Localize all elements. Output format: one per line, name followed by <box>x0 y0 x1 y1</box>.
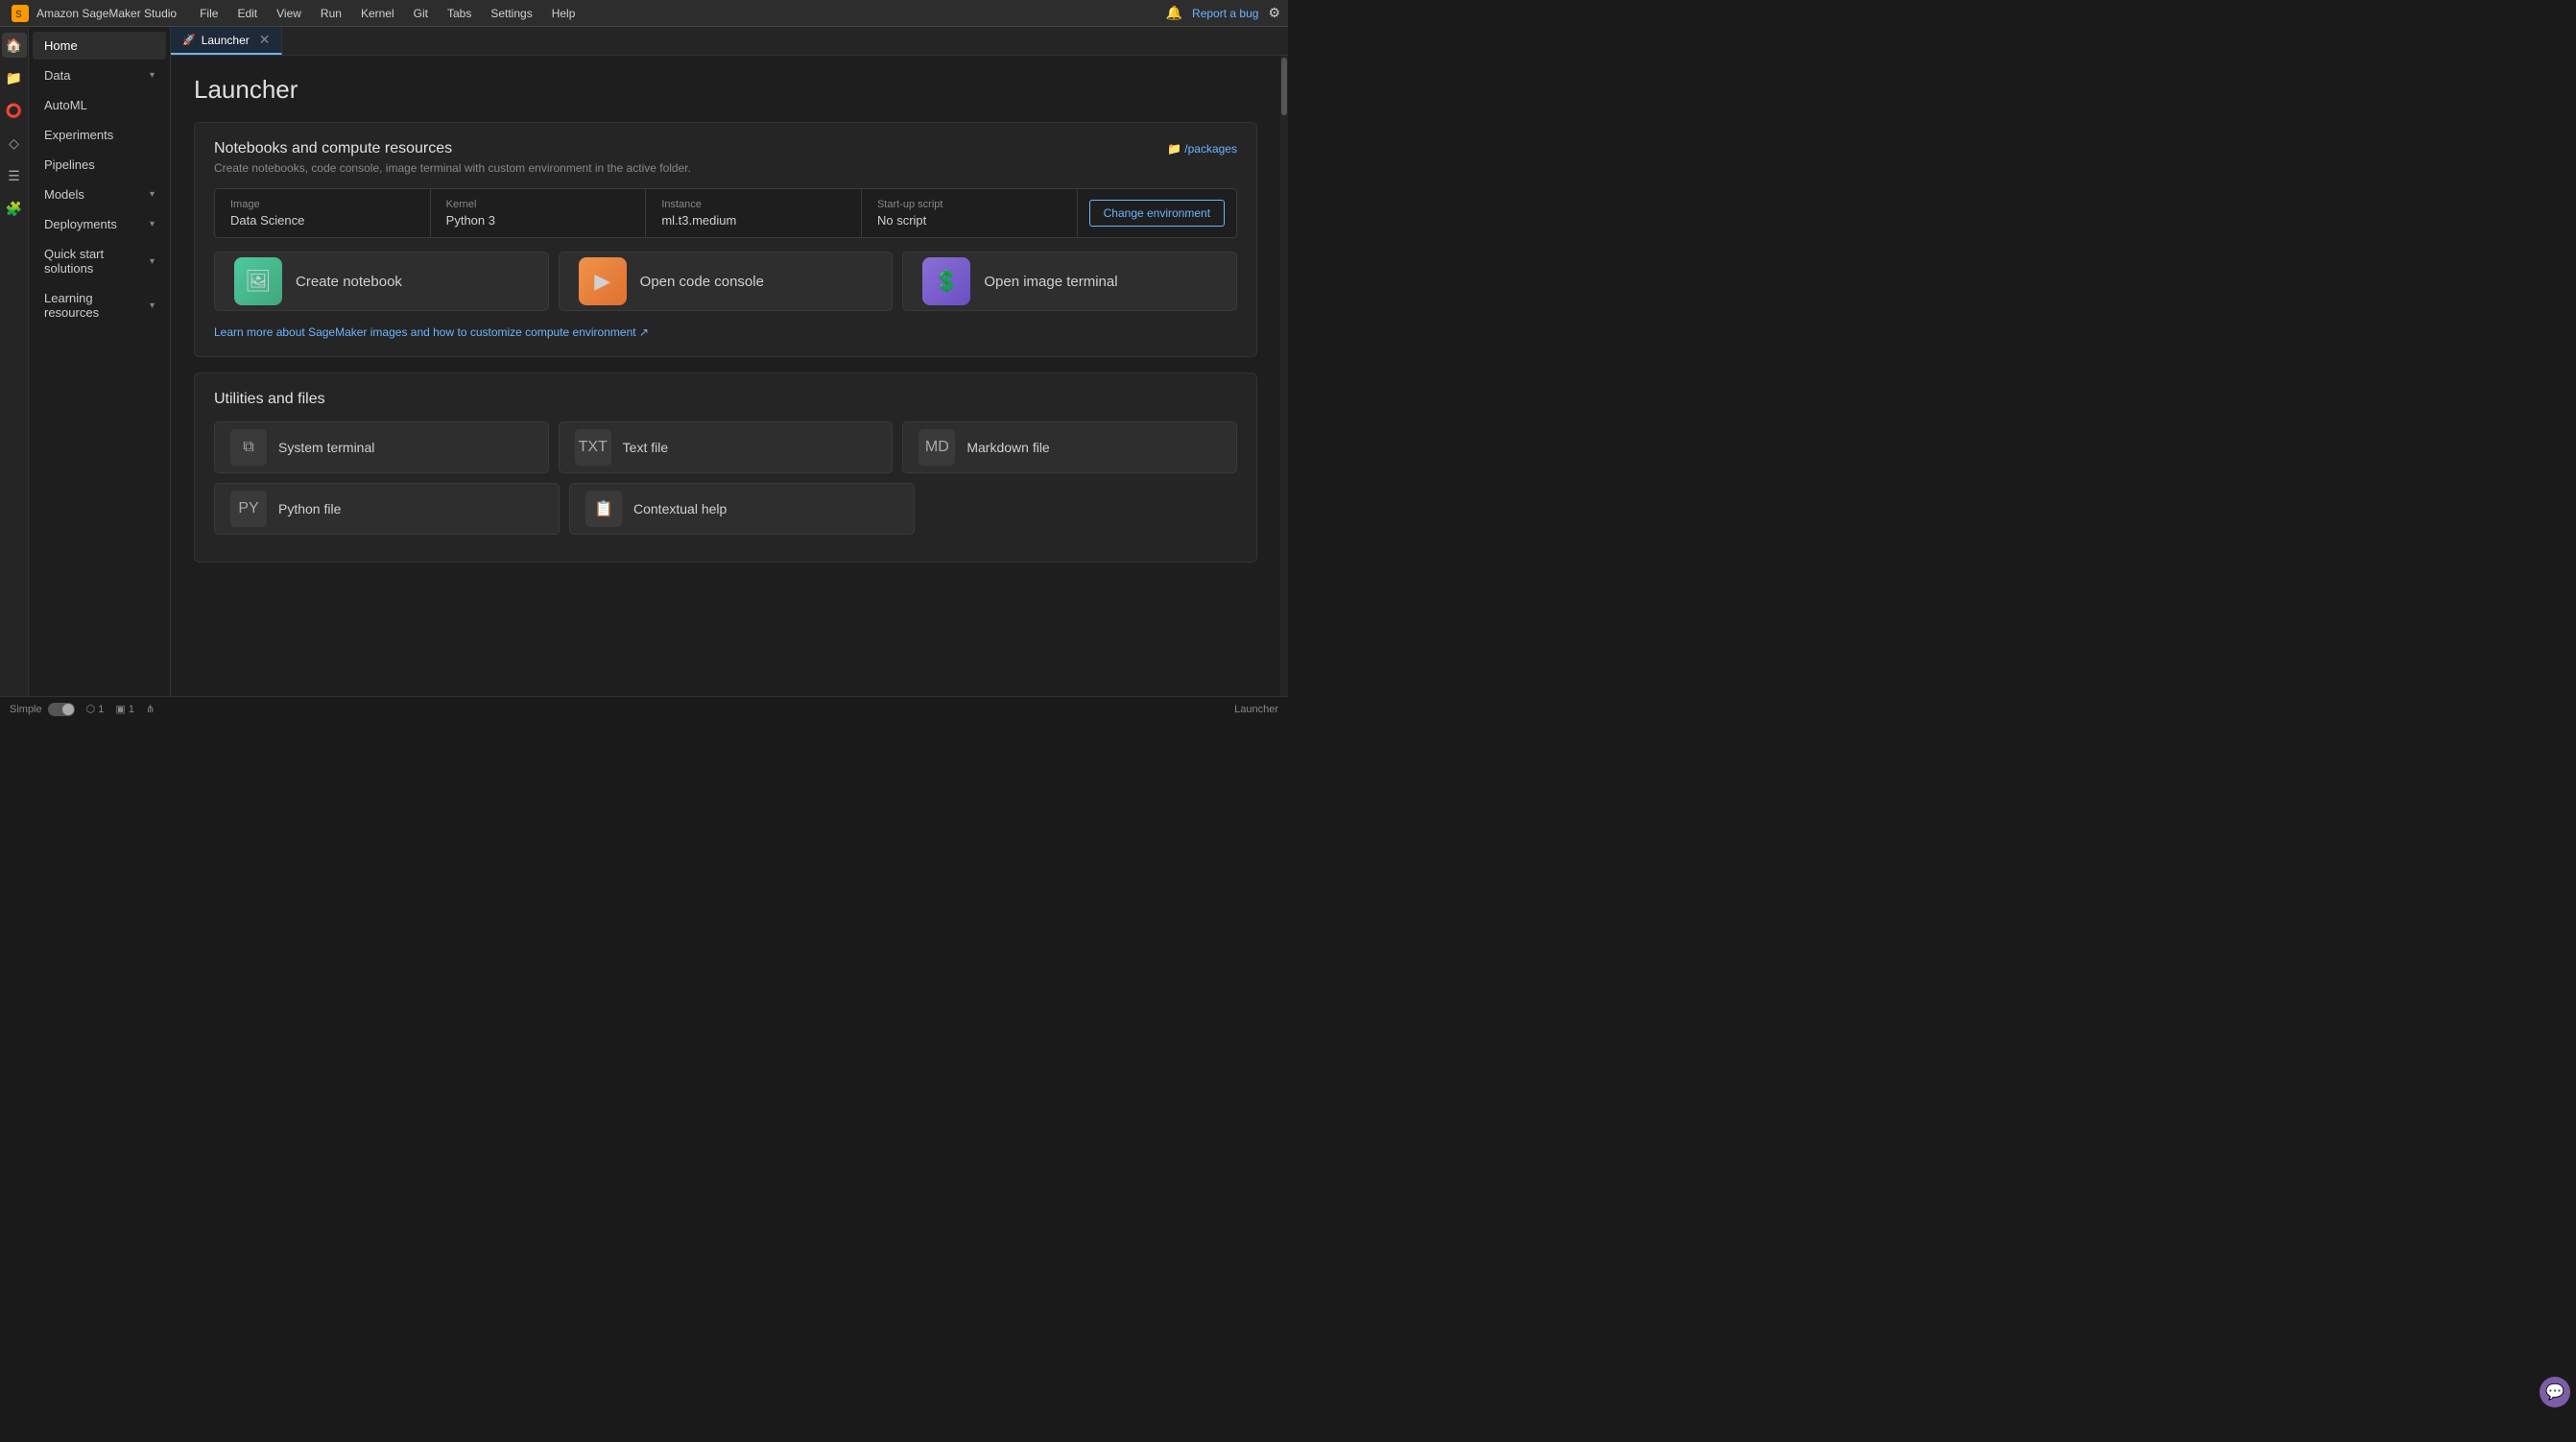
chevron-down-icon: ▾ <box>150 256 155 267</box>
kernel-count: ⬡ 1 <box>86 703 105 715</box>
open-image-terminal-tile[interactable]: 💲 Open image terminal <box>902 252 1237 311</box>
chevron-down-icon: ▾ <box>150 300 155 311</box>
scrollbar-thumb[interactable] <box>1281 58 1287 115</box>
empty-placeholder <box>924 483 1237 535</box>
scrollbar-track <box>1280 56 1288 696</box>
chevron-down-icon: ▾ <box>150 189 155 200</box>
simple-label: Simple <box>10 704 42 715</box>
learn-more-link[interactable]: Learn more about SageMaker images and ho… <box>214 325 649 339</box>
console-icon: ▶ <box>579 257 627 305</box>
sidebar-icon-data[interactable]: 📁 <box>2 65 27 90</box>
env-kernel: Kernel Python 3 <box>431 189 647 237</box>
system-terminal-icon: ⧉ <box>230 429 267 466</box>
sidebar-item-home[interactable]: Home <box>33 32 166 60</box>
tab-bar: 🚀 Launcher ✕ <box>171 27 1288 56</box>
report-bug-link[interactable]: Report a bug <box>1192 7 1258 20</box>
menu-view[interactable]: View <box>269 5 309 22</box>
svg-text:S: S <box>15 10 22 20</box>
chat-bubble[interactable]: 💬 <box>2540 1377 2570 1407</box>
system-terminal-tile[interactable]: ⧉ System terminal <box>214 421 549 473</box>
sidebar-icon-puzzle[interactable]: 🧩 <box>2 196 27 221</box>
toggle-thumb <box>62 704 74 715</box>
contextual-help-tile[interactable]: 📋 Contextual help <box>569 483 915 535</box>
chevron-down-icon: ▾ <box>150 219 155 229</box>
sidebar-nav: Home Data ▾ AutoML Experiments Pipelines… <box>29 27 171 696</box>
sidebar-icon-automl[interactable]: ⭕ <box>2 98 27 123</box>
sidebar-item-deployments[interactable]: Deployments ▾ <box>33 210 166 238</box>
sidebar-icon-list[interactable]: ☰ <box>2 163 27 188</box>
app-title: Amazon SageMaker Studio <box>36 7 177 20</box>
menu-tabs[interactable]: Tabs <box>440 5 479 22</box>
tab-label: Launcher <box>202 34 250 47</box>
menu-git[interactable]: Git <box>406 5 436 22</box>
app-logo: S <box>8 1 33 26</box>
terminal-count: ▣ 1 <box>115 703 134 715</box>
sidebar: 🏠 📁 ⭕ ◇ ☰ 🧩 Home Data ▾ AutoML <box>0 27 171 696</box>
sidebar-item-learning[interactable]: Learning resources ▾ <box>33 284 166 326</box>
tab-launcher[interactable]: 🚀 Launcher ✕ <box>171 27 282 55</box>
env-instance: Instance ml.t3.medium <box>646 189 862 237</box>
notebooks-section-subtitle: Create notebooks, code console, image te… <box>214 161 1237 175</box>
app-container: S Amazon SageMaker Studio File Edit View… <box>0 0 1288 721</box>
utilities-row-2: PY Python file 📋 Contextual help <box>214 483 1237 535</box>
simple-toggle[interactable]: Simple <box>10 703 75 716</box>
open-code-console-tile[interactable]: ▶ Open code console <box>559 252 894 311</box>
python-file-tile[interactable]: PY Python file <box>214 483 560 535</box>
launcher-tab-icon: 🚀 <box>182 34 196 46</box>
menu-bar: S Amazon SageMaker Studio File Edit View… <box>0 0 1288 27</box>
notebooks-section-header: Notebooks and compute resources 📁 /packa… <box>214 140 1237 157</box>
status-bar-right: Launcher <box>1234 704 1278 715</box>
status-bar: Simple ⬡ 1 ▣ 1 ⋔ Launcher <box>0 696 1288 721</box>
toggle-track <box>48 703 75 716</box>
utilities-section: Utilities and files ⧉ System terminal TX… <box>194 373 1257 563</box>
terminal-icon: 💲 <box>922 257 970 305</box>
git-icon[interactable]: ⋔ <box>146 703 155 715</box>
markdown-file-tile[interactable]: MD Markdown file <box>902 421 1237 473</box>
content-area: Launcher Notebooks and compute resources… <box>171 56 1280 696</box>
sidebar-item-experiments[interactable]: Experiments <box>33 121 166 149</box>
menu-file[interactable]: File <box>192 5 226 22</box>
action-tiles: 🖼 Create notebook ▶ Open code console 💲 … <box>214 252 1237 311</box>
packages-link[interactable]: 📁 /packages <box>1167 142 1237 156</box>
notification-icon[interactable]: 🔔 <box>1166 5 1182 21</box>
notebooks-section: Notebooks and compute resources 📁 /packa… <box>194 122 1257 357</box>
launcher-status-label: Launcher <box>1234 704 1278 715</box>
sidebar-icon-bar: 🏠 📁 ⭕ ◇ ☰ 🧩 <box>0 27 29 696</box>
sidebar-item-pipelines[interactable]: Pipelines <box>33 151 166 179</box>
env-startup: Start-up script No script <box>862 189 1078 237</box>
settings-gear-icon[interactable]: ⚙ <box>1268 5 1280 21</box>
menu-edit[interactable]: Edit <box>229 5 265 22</box>
text-file-tile[interactable]: TXT Text file <box>559 421 894 473</box>
chevron-down-icon: ▾ <box>150 70 155 81</box>
sidebar-icon-home[interactable]: 🏠 <box>2 33 27 58</box>
environment-row: Image Data Science Kernel Python 3 Insta… <box>214 188 1237 238</box>
main-panel: 🚀 Launcher ✕ Launcher Notebooks and comp… <box>171 27 1288 696</box>
menu-bar-right: 🔔 Report a bug ⚙ <box>1166 5 1280 21</box>
env-image: Image Data Science <box>215 189 431 237</box>
menu-help[interactable]: Help <box>544 5 584 22</box>
sidebar-item-quick-start[interactable]: Quick start solutions ▾ <box>33 240 166 282</box>
tab-close-icon[interactable]: ✕ <box>259 32 271 48</box>
menu-kernel[interactable]: Kernel <box>353 5 402 22</box>
tab-content: Launcher Notebooks and compute resources… <box>171 56 1288 696</box>
change-environment-button[interactable]: Change environment <box>1089 200 1225 227</box>
markdown-file-icon: MD <box>918 429 955 466</box>
menu-settings[interactable]: Settings <box>483 5 539 22</box>
create-notebook-tile[interactable]: 🖼 Create notebook <box>214 252 549 311</box>
menu-run[interactable]: Run <box>313 5 349 22</box>
page-title: Launcher <box>194 75 1257 105</box>
text-file-icon: TXT <box>575 429 611 466</box>
utilities-row-1: ⧉ System terminal TXT Text file MD Markd… <box>214 421 1237 473</box>
notebook-icon: 🖼 <box>234 257 282 305</box>
sidebar-icon-pipelines[interactable]: ◇ <box>2 131 27 156</box>
notebooks-section-title: Notebooks and compute resources <box>214 140 452 157</box>
python-file-icon: PY <box>230 491 267 527</box>
sidebar-item-data[interactable]: Data ▾ <box>33 61 166 89</box>
sidebar-item-models[interactable]: Models ▾ <box>33 180 166 208</box>
contextual-help-icon: 📋 <box>585 491 622 527</box>
body-layout: 🏠 📁 ⭕ ◇ ☰ 🧩 Home Data ▾ AutoML <box>0 27 1288 696</box>
sidebar-item-automl[interactable]: AutoML <box>33 91 166 119</box>
utilities-section-title: Utilities and files <box>214 391 1237 408</box>
